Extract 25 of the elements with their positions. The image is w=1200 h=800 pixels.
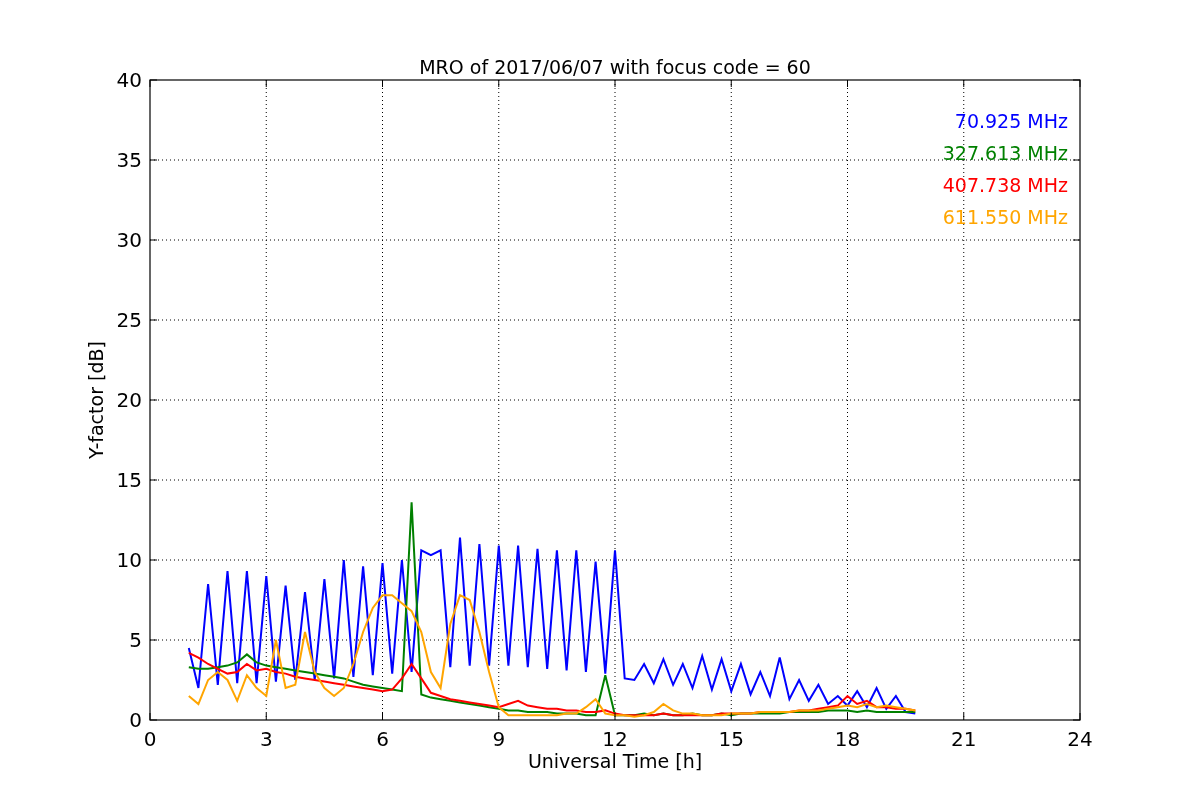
y-axis-label: Y-factor [dB] [85, 341, 107, 459]
tick-label: 10 [116, 548, 142, 572]
tick-label: 18 [834, 727, 861, 751]
x-axis-label: Universal Time [h] [527, 750, 703, 772]
legend-label: 70.925 MHz [954, 110, 1068, 132]
legend-label: 611.550 MHz [942, 206, 1068, 228]
tick-label: 9 [492, 727, 506, 751]
tick-label: 0 [129, 708, 142, 732]
tick-label: 0 [143, 727, 157, 751]
tick-label: 20 [116, 388, 142, 412]
tick-label: 25 [116, 308, 142, 332]
tick-label: 30 [116, 228, 142, 252]
chart-title: MRO of 2017/06/07 with focus code = 60 [419, 56, 811, 78]
tick-label: 3 [259, 727, 273, 751]
tick-label: 24 [1067, 727, 1093, 751]
tick-label: 12 [602, 727, 628, 751]
tick-label: 40 [116, 68, 142, 92]
legend-label: 327.613 MHz [942, 142, 1068, 164]
tick-label: 15 [116, 468, 142, 492]
tick-label: 6 [376, 727, 389, 751]
tick-label: 15 [718, 727, 744, 751]
tick-label: 21 [951, 727, 977, 751]
tick-label: 5 [129, 628, 142, 652]
tick-label: 35 [116, 148, 142, 172]
legend-label: 407.738 MHz [942, 174, 1068, 196]
